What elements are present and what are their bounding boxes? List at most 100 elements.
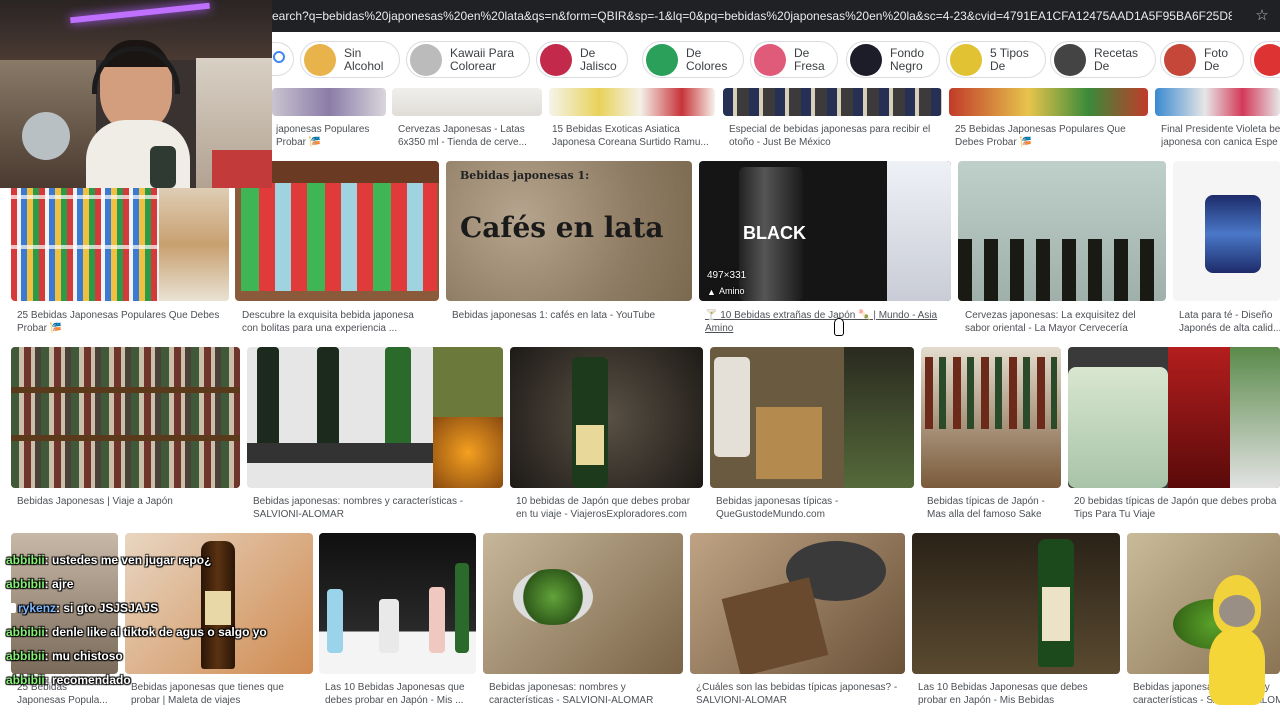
chip-sin-alcohol[interactable]: Sin Alcohol — [300, 41, 400, 78]
image-caption[interactable]: Bebidas japonesas típicas - QueGustodeMu… — [716, 495, 916, 523]
chip-fondo-negro[interactable]: Fondo Negro — [846, 41, 940, 78]
image-result[interactable] — [690, 533, 905, 674]
chip-thumbnail — [646, 43, 678, 76]
image-caption[interactable]: 15 Bebidas Exoticas Asiatica Japonesa Co… — [552, 123, 716, 151]
image-caption[interactable]: 10 bebidas de Japón que debes probar en … — [516, 495, 708, 523]
image-result[interactable] — [912, 533, 1120, 674]
chip-thumbnail — [540, 43, 572, 76]
chip-fresa[interactable]: De Fresa — [750, 41, 838, 78]
image-result[interactable] — [1155, 88, 1280, 116]
chat-username: abbibii — [6, 553, 45, 567]
chip-label: Recetas De — [1094, 45, 1139, 73]
chip-partial[interactable] — [1250, 41, 1280, 78]
image-dimensions: 497×331 — [707, 270, 747, 281]
image-caption[interactable]: Lata para té - Diseño Japonés de alta ca… — [1179, 309, 1280, 337]
image-caption[interactable]: Cervezas Japonesas - Latas 6x350 ml - Ti… — [398, 123, 543, 151]
image-result[interactable]: Bebidas japonesas 1: Cafés en lata — [446, 161, 692, 301]
chip-jalisco[interactable]: De Jalisco — [536, 41, 628, 78]
chip-label: Kawaii Para Colorear — [450, 45, 515, 73]
chip-thumbnail — [1254, 43, 1280, 76]
chip-foto[interactable]: Foto De — [1160, 41, 1244, 78]
chat-username: abbibii — [6, 625, 45, 639]
chat-message: abbibii: denle like al tiktok de agus o … — [6, 625, 267, 639]
image-result[interactable] — [958, 161, 1166, 301]
chip-label: Sin Alcohol — [344, 45, 384, 73]
image-caption[interactable]: Las 10 Bebidas Japonesas que debes proba… — [325, 681, 480, 709]
image-caption[interactable]: Descubre la exquisita bebida japonesa co… — [242, 309, 442, 337]
chat-text: si gto JSJSJAJS — [63, 601, 159, 615]
chat-username: rykenz — [18, 601, 57, 615]
image-caption[interactable]: japonesas Populares Probar 🎏 — [276, 123, 390, 151]
chip-kawaii[interactable]: Kawaii Para Colorear — [406, 41, 530, 78]
image-caption[interactable]: Bebidas japonesas: nombres y característ… — [253, 495, 507, 523]
image-result[interactable] — [710, 347, 914, 488]
chat-text: recomendado — [52, 673, 131, 687]
image-source: ▲ Amino — [707, 286, 745, 297]
chat-username: abbibii — [6, 577, 45, 591]
search-icon[interactable] — [272, 42, 294, 76]
image-result[interactable] — [723, 88, 942, 116]
image-result[interactable] — [1068, 347, 1280, 488]
image-caption[interactable]: Bebidas típicas de Japón - Mas alla del … — [927, 495, 1065, 523]
bookmark-star-icon[interactable]: ☆ — [1252, 0, 1272, 32]
chat-message: abbibii: recomendado — [6, 673, 131, 687]
image-caption[interactable]: Bebidas japonesas 1: cafés en lata - You… — [452, 309, 692, 337]
chat-text: mu chistoso — [52, 649, 123, 663]
banana-cat-sticker — [1205, 575, 1267, 705]
url-text[interactable]: earch?q=bebidas%20japonesas%20en%20lata&… — [272, 0, 1232, 32]
mouse-cursor-icon — [834, 318, 844, 336]
chat-text: denle like al tiktok de agus o salgo yo — [52, 625, 267, 639]
image-result[interactable] — [319, 533, 476, 674]
chip-label: 5 Tipos De — [990, 45, 1029, 73]
image-result[interactable] — [949, 88, 1148, 116]
image-result[interactable] — [247, 347, 503, 488]
image-result[interactable] — [921, 347, 1061, 488]
chip-thumbnail — [410, 43, 442, 76]
image-result[interactable] — [510, 347, 703, 488]
chip-label: De Fresa — [794, 45, 825, 73]
image-result[interactable] — [11, 347, 240, 488]
chip-thumbnail — [850, 43, 882, 76]
overlay-subtitle: Bebidas japonesas 1: — [460, 169, 590, 182]
chat-text: ajre — [52, 577, 74, 591]
image-result[interactable] — [483, 533, 683, 674]
chip-label: Foto De — [1204, 45, 1229, 73]
chat-text: ustedes me ven jugar repo¿ — [52, 553, 212, 567]
image-caption[interactable]: 25 Bebidas Japonesas Populares Que Debes… — [17, 309, 232, 337]
chip-label: Fondo Negro — [890, 45, 925, 73]
chat-message: abbibii: ajre — [6, 577, 74, 591]
chip-5-tipos[interactable]: 5 Tipos De — [946, 41, 1046, 78]
image-result[interactable] — [272, 88, 386, 116]
chip-colores[interactable]: De Colores — [642, 41, 744, 78]
image-caption[interactable]: Cervezas japonesas: La exquisitez del sa… — [965, 309, 1170, 337]
chip-label: De Colores — [686, 45, 728, 73]
image-caption[interactable]: 20 bebidas típicas de Japón que debes pr… — [1074, 495, 1280, 523]
chip-thumbnail — [1054, 43, 1086, 76]
address-bar[interactable]: earch?q=bebidas%20japonesas%20en%20lata&… — [272, 0, 1280, 32]
image-caption[interactable]: Final Presidente Violeta be japonesa con… — [1161, 123, 1280, 151]
image-result[interactable] — [549, 88, 715, 116]
image-caption[interactable]: Bebidas Japonesas | Viaje a Japón — [17, 495, 242, 523]
user-badge-icon — [6, 603, 16, 613]
chat-message: abbibii: mu chistoso — [6, 649, 123, 663]
image-caption[interactable]: 🍸 10 Bebidas extrañas de Japón 🍡 | Mundo… — [705, 309, 953, 337]
chip-recetas[interactable]: Recetas De — [1050, 41, 1156, 78]
image-caption[interactable]: 25 Bebidas Japonesas Populares Que Debes… — [955, 123, 1149, 151]
chip-thumbnail — [304, 43, 336, 76]
chat-username: abbibii — [6, 673, 45, 687]
chip-thumbnail — [950, 43, 982, 76]
image-result[interactable] — [1173, 161, 1280, 301]
image-caption[interactable]: Especial de bebidas japonesas para recib… — [729, 123, 945, 151]
overlay-title: Cafés en lata — [460, 211, 664, 244]
image-caption[interactable]: Las 10 Bebidas Japonesas que debes proba… — [918, 681, 1122, 709]
chat-username: abbibii — [6, 649, 45, 663]
source-icon: ▲ — [707, 287, 716, 297]
related-search-chips: Sin Alcohol Kawaii Para Colorear De Jali… — [272, 34, 1280, 86]
image-result[interactable] — [392, 88, 542, 116]
chip-label: De Jalisco — [580, 45, 617, 73]
image-caption[interactable]: ¿Cuáles son las bebidas típicas japonesa… — [696, 681, 908, 709]
image-caption[interactable]: Bebidas japonesas: nombres y característ… — [489, 681, 685, 709]
chat-message: abbibii: ustedes me ven jugar repo¿ — [6, 553, 212, 567]
image-result[interactable]: BLACK 497×331 ▲ Amino — [699, 161, 951, 301]
webcam-overlay — [0, 0, 272, 188]
